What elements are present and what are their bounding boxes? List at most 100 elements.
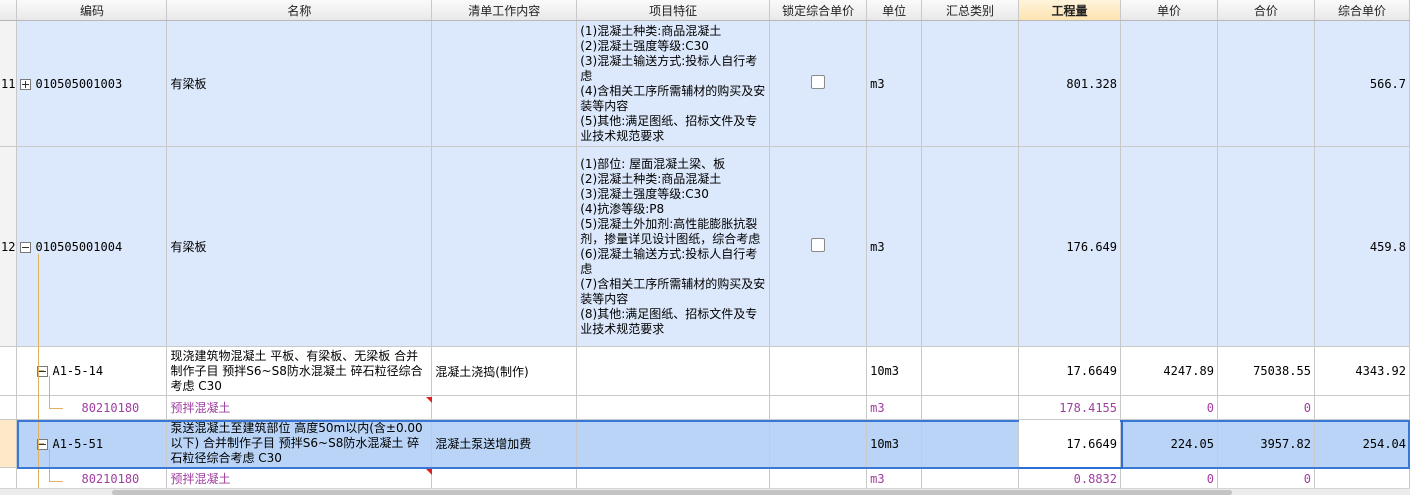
lock-price-checkbox[interactable] (811, 238, 826, 252)
total-cell[interactable]: 0 (1217, 467, 1315, 490)
item-code: 010505001003 (35, 76, 123, 91)
category-cell[interactable] (921, 20, 1020, 147)
composite-cell[interactable]: 459.8 (1314, 146, 1410, 347)
table-row-selected[interactable]: A1-5-51 泵送混凝土至建筑部位 高度50m以内(含±0.00以下) 合并制… (0, 419, 1410, 468)
comment-marker-icon[interactable] (426, 397, 432, 403)
qty-cell[interactable]: 801.328 (1018, 20, 1121, 147)
table-row[interactable]: 80210180 预拌混凝土 m3 0.8832 0 0 (0, 467, 1410, 490)
item-code-cell[interactable]: A1-5-14 (16, 346, 168, 396)
composite-cell[interactable] (1314, 395, 1410, 420)
category-cell[interactable] (921, 467, 1020, 490)
lock-cell[interactable] (769, 395, 868, 420)
col-qty-header[interactable]: 工程量 (1018, 0, 1121, 21)
row-number[interactable] (0, 395, 18, 420)
lock-price-checkbox[interactable] (811, 75, 826, 89)
col-name-header[interactable]: 名称 (166, 0, 433, 21)
col-work-header[interactable]: 清单工作内容 (431, 0, 578, 21)
material-name[interactable]: 预拌混凝土 (166, 467, 433, 490)
qty-cell[interactable]: 0.8832 (1018, 467, 1121, 490)
unit-cell[interactable]: 10m3 (866, 419, 923, 468)
composite-cell[interactable] (1314, 467, 1410, 490)
item-name[interactable]: 现浇建筑物混凝土 平板、有梁板、无梁板 合并制作子目 预拌S6~S8防水混凝土 … (166, 346, 433, 396)
row-number[interactable] (0, 419, 18, 468)
category-cell[interactable] (921, 395, 1020, 420)
table-row[interactable]: 12 010505001004 有梁板 (1)部位: 屋面混凝土梁、板 (2)混… (0, 146, 1410, 347)
total-cell[interactable]: 0 (1217, 395, 1315, 420)
price-cell[interactable]: 0 (1120, 467, 1218, 490)
row-number[interactable] (0, 346, 18, 396)
price-cell[interactable]: 0 (1120, 395, 1218, 420)
collapse-icon[interactable] (37, 438, 49, 450)
scrollbar-thumb[interactable] (112, 490, 1232, 495)
unit-cell[interactable]: m3 (866, 467, 923, 490)
table-row[interactable]: 11 010505001003 有梁板 (1)混凝土种类:商品混凝土 (2)混凝… (0, 20, 1410, 147)
lock-cell[interactable] (769, 467, 868, 490)
material-code[interactable]: 80210180 (16, 395, 168, 420)
material-code[interactable]: 80210180 (16, 467, 168, 490)
lock-cell[interactable] (769, 419, 868, 468)
work-content-cell[interactable]: 混凝土泵送增加费 (431, 419, 578, 468)
price-cell[interactable]: 224.05 (1120, 419, 1218, 468)
price-cell[interactable] (1120, 146, 1218, 347)
collapse-icon[interactable] (37, 366, 49, 377)
comment-marker-icon[interactable] (426, 469, 432, 475)
item-code-cell[interactable]: 010505001004 (16, 146, 168, 347)
composite-cell[interactable]: 4343.92 (1314, 346, 1410, 396)
work-content-cell[interactable] (431, 20, 578, 147)
qty-cell[interactable]: 178.4155 (1018, 395, 1121, 420)
price-cell[interactable]: 4247.89 (1120, 346, 1218, 396)
row-number[interactable]: 12 (0, 146, 18, 347)
table-row[interactable]: 80210180 预拌混凝土 m3 178.4155 0 0 (0, 395, 1410, 420)
total-cell[interactable] (1217, 146, 1315, 347)
tree-line (49, 481, 63, 482)
feature-text[interactable]: (1)部位: 屋面混凝土梁、板 (2)混凝土种类:商品混凝土 (3)混凝土强度等… (576, 146, 771, 347)
material-name[interactable]: 预拌混凝土 (166, 395, 433, 420)
horizontal-scrollbar[interactable] (0, 488, 1410, 495)
col-feature-header[interactable]: 项目特征 (576, 0, 771, 21)
composite-cell[interactable]: 254.04 (1314, 419, 1410, 468)
feature-cell[interactable] (576, 346, 771, 396)
work-content-cell[interactable] (431, 467, 578, 490)
expand-icon[interactable] (20, 78, 32, 90)
feature-text[interactable]: (1)混凝土种类:商品混凝土 (2)混凝土强度等级:C30 (3)混凝土输送方式… (576, 20, 771, 147)
work-content-cell[interactable] (431, 146, 578, 347)
row-number[interactable] (0, 467, 18, 490)
unit-cell[interactable]: m3 (866, 20, 923, 147)
total-cell[interactable] (1217, 20, 1315, 147)
item-code-cell[interactable]: 010505001003 (16, 20, 168, 147)
lock-cell[interactable] (769, 346, 868, 396)
col-lock-header[interactable]: 锁定综合单价 (769, 0, 868, 21)
corner-header[interactable] (0, 0, 18, 21)
col-composite-header[interactable]: 综合单价 (1314, 0, 1410, 21)
total-cell[interactable]: 3957.82 (1217, 419, 1315, 468)
total-cell[interactable]: 75038.55 (1217, 346, 1315, 396)
item-name[interactable]: 有梁板 (166, 146, 433, 347)
tree-line (49, 408, 63, 409)
category-cell[interactable] (921, 419, 1020, 468)
feature-cell[interactable] (576, 467, 771, 490)
feature-cell[interactable] (576, 395, 771, 420)
col-price-header[interactable]: 单价 (1120, 0, 1218, 21)
feature-cell[interactable] (576, 419, 771, 468)
col-category-header[interactable]: 汇总类别 (921, 0, 1020, 21)
qty-cell[interactable]: 176.649 (1018, 146, 1121, 347)
work-content-cell[interactable]: 混凝土浇捣(制作) (431, 346, 578, 396)
col-code-header[interactable]: 编码 (16, 0, 168, 21)
col-unit-header[interactable]: 单位 (866, 0, 923, 21)
work-content-cell[interactable] (431, 395, 578, 420)
collapse-icon[interactable] (20, 241, 32, 253)
col-total-header[interactable]: 合价 (1217, 0, 1315, 21)
unit-cell[interactable]: m3 (866, 146, 923, 347)
item-name[interactable]: 泵送混凝土至建筑部位 高度50m以内(含±0.00以下) 合并制作子目 预拌S6… (166, 419, 433, 468)
unit-cell[interactable]: m3 (866, 395, 923, 420)
category-cell[interactable] (921, 146, 1020, 347)
unit-cell[interactable]: 10m3 (866, 346, 923, 396)
price-cell[interactable] (1120, 20, 1218, 147)
qty-cell[interactable]: 17.6649 (1018, 346, 1121, 396)
qty-cell-active[interactable]: 17.6649 (1018, 419, 1121, 468)
table-row[interactable]: A1-5-14 现浇建筑物混凝土 平板、有梁板、无梁板 合并制作子目 预拌S6~… (0, 346, 1410, 396)
category-cell[interactable] (921, 346, 1020, 396)
item-name[interactable]: 有梁板 (166, 20, 433, 147)
composite-cell[interactable]: 566.7 (1314, 20, 1410, 147)
row-number[interactable]: 11 (0, 20, 18, 147)
